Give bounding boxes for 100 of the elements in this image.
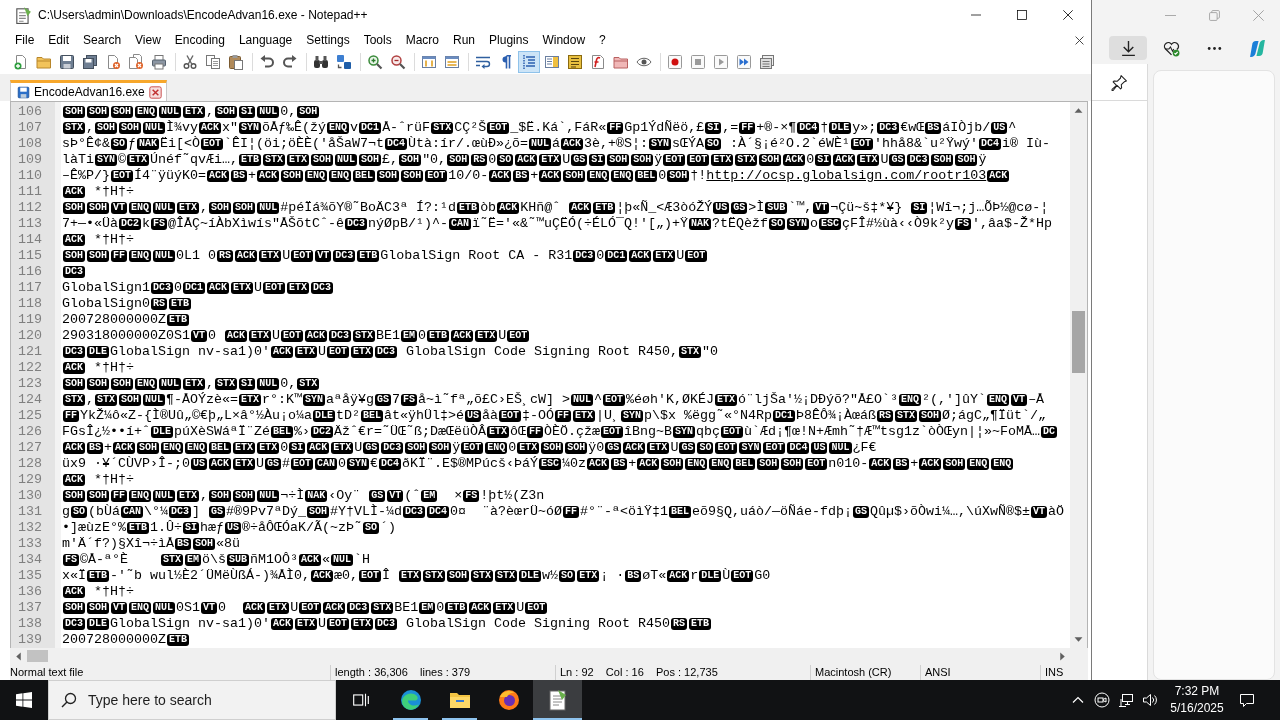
file-tab[interactable]: EncodeAdvan16.exe <box>10 80 167 101</box>
close-icon[interactable] <box>1075 35 1084 45</box>
menu-item[interactable]: Language <box>231 31 300 49</box>
task-view-icon[interactable] <box>352 691 370 709</box>
control-char: ACK <box>869 458 892 470</box>
control-char: BEL <box>733 458 756 470</box>
control-char: EOT <box>327 346 350 358</box>
caret-right-icon[interactable] <box>1058 651 1067 661</box>
control-char: VT <box>315 250 332 262</box>
speech-bubble-icon[interactable] <box>1239 692 1255 708</box>
status-item: Ln : 92 Col : 16 Pos : 12,735 <box>555 664 810 680</box>
binary-text: ¶-ÅOÝzè«= <box>166 392 239 407</box>
download-button[interactable] <box>1109 36 1147 60</box>
control-char: ETX <box>475 330 498 342</box>
control-char: SYN <box>787 218 809 230</box>
menu-item[interactable]: Edit <box>41 31 77 49</box>
close-icon[interactable] <box>1063 10 1073 20</box>
line-number: 114 <box>17 232 43 248</box>
scroll-thumb[interactable] <box>27 650 48 662</box>
control-char: EM <box>401 330 418 342</box>
control-char: EOT <box>663 154 686 166</box>
control-char: SYN <box>621 410 644 422</box>
binary-text: Gp1ÝdÑëö,£ <box>624 120 705 135</box>
control-char: SOH <box>63 378 85 390</box>
control-char: BS <box>87 442 104 454</box>
text-editor[interactable] <box>10 101 1088 648</box>
heart-pulse-icon[interactable] <box>1162 39 1180 57</box>
menu-item[interactable]: Search <box>76 31 129 49</box>
binary-text: ö\š <box>202 552 227 567</box>
new-file-icon <box>13 54 29 70</box>
menu-item[interactable]: Run <box>446 31 483 49</box>
menu-item[interactable]: Settings <box>299 31 357 49</box>
control-char: EOT <box>291 250 314 262</box>
binary-text: 0 <box>436 600 445 615</box>
control-char: DC3 <box>329 330 352 342</box>
menu-item[interactable]: Encoding <box>167 31 232 49</box>
control-char: STX <box>371 602 394 614</box>
ribbon-logo-icon[interactable] <box>1248 39 1266 57</box>
taskbar-button[interactable] <box>533 680 582 720</box>
control-char: SOH <box>955 154 978 166</box>
binary-text: òb <box>480 200 497 215</box>
document-map-icon <box>544 54 560 70</box>
control-char: STX <box>63 394 85 406</box>
control-char: SOH <box>87 106 110 118</box>
control-char: EOT <box>601 426 624 438</box>
binary-text: eõ9§Q,uáò/—öÑáe-fdþ¡ <box>692 504 853 519</box>
control-char: ENQ <box>611 170 634 182</box>
menu-item[interactable]: View <box>128 31 168 49</box>
line-number: 112 <box>17 200 43 216</box>
horizontal-scrollbar[interactable] <box>10 648 1088 664</box>
binary-text: 0, <box>280 376 297 391</box>
control-char: ETB <box>127 522 149 534</box>
line-number: 111 <box>17 184 43 200</box>
control-char: SI <box>705 122 722 134</box>
binary-text: Ùtà:ír/.œùÐ»¿õ= <box>408 136 528 151</box>
control-char: ETX <box>287 154 310 166</box>
menu-item[interactable]: Tools <box>356 31 399 49</box>
control-char: FF <box>555 410 572 422</box>
maximize-icon[interactable] <box>1017 10 1027 20</box>
menu-item[interactable]: Window <box>535 31 593 49</box>
notepad-icon <box>14 6 32 24</box>
binary-text: ?tËQèžf <box>712 216 768 231</box>
binary-text: aªåÿ¥g <box>326 392 375 407</box>
binary-text: ‹Oy¨ <box>328 488 362 503</box>
caret-left-icon[interactable] <box>14 651 23 661</box>
control-char: EOT <box>851 138 874 150</box>
speaker-icon[interactable] <box>1142 692 1158 708</box>
url-link[interactable]: http://ocsp.globalsign.com/rootr103 <box>706 168 987 183</box>
menu-item[interactable]: Plugins <box>482 31 536 49</box>
control-char: SOH <box>359 154 382 166</box>
binary-text: p\$x %ëgg˜«°N4Rp <box>644 408 773 423</box>
control-char: BS <box>175 538 191 550</box>
network-icon[interactable] <box>1118 692 1134 708</box>
control-char: ACK <box>497 202 520 214</box>
caret-up-icon[interactable] <box>1074 106 1083 115</box>
menu-item[interactable]: Macro <box>398 31 446 49</box>
control-char: DC1 <box>773 410 796 422</box>
close-icon[interactable] <box>148 85 162 99</box>
control-char: SOH <box>137 442 160 454</box>
scroll-thumb[interactable] <box>1072 311 1085 373</box>
control-char: SOH <box>931 154 954 166</box>
menu-item[interactable]: ? <box>592 31 613 49</box>
control-char: ACK <box>515 154 538 166</box>
binary-text: BE1 <box>376 328 401 343</box>
binary-text: x«Ï <box>62 568 86 583</box>
caret-down-icon[interactable] <box>1074 635 1083 644</box>
control-char: ETX <box>517 442 540 454</box>
menu-item[interactable]: File <box>8 31 42 49</box>
windows-logo-icon[interactable] <box>16 692 32 708</box>
control-char: EOT <box>201 138 224 150</box>
binary-text: , <box>200 488 209 503</box>
vertical-scrollbar[interactable] <box>1070 102 1087 648</box>
camera-icon[interactable] <box>1094 692 1110 708</box>
clock-date: 5/16/2025 <box>1170 700 1224 717</box>
pin-icon[interactable] <box>1111 73 1128 91</box>
control-char: SOH <box>63 602 85 614</box>
zoom-in-icon <box>367 54 383 70</box>
binary-text: # <box>282 456 291 471</box>
control-char: ETX <box>183 106 206 118</box>
search-field[interactable]: Type here to search <box>48 680 336 720</box>
